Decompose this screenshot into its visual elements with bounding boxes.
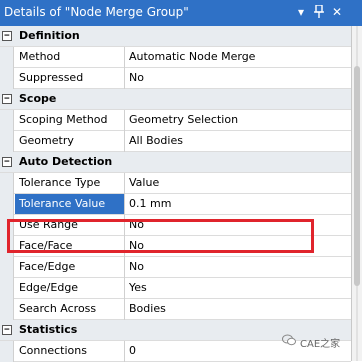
property-label: Method [19,50,61,63]
details-titlebar: Details of "Node Merge Group" ▾ ✕ [0,0,362,26]
section-header[interactable]: − Definition [0,26,351,47]
row-gutter [0,68,14,89]
property-label: Search Across [19,302,97,315]
collapse-icon[interactable]: − [2,325,12,335]
property-row[interactable]: Method Automatic Node Merge [0,47,351,68]
property-value[interactable]: Bodies [129,302,166,315]
section-header[interactable]: − Auto Detection [0,152,351,173]
column-divider [124,341,125,362]
section-title: Scope [19,92,57,105]
section-header[interactable]: − Scope [0,89,351,110]
section-header[interactable]: − Statistics [0,320,351,341]
collapse-icon[interactable]: − [2,157,12,167]
property-value[interactable]: All Bodies [129,134,183,147]
property-row[interactable]: Scoping Method Geometry Selection [0,110,351,131]
column-divider [124,131,125,152]
column-divider [124,299,125,320]
details-panel: − Definition Method Automatic Node Merge Sup… [0,26,352,362]
row-gutter [0,110,14,131]
property-label: Suppressed [19,71,84,84]
property-row[interactable]: Suppressed No [0,68,351,89]
property-row[interactable]: Geometry All Bodies [0,131,351,152]
property-value[interactable]: Automatic Node Merge [129,50,255,63]
property-value[interactable]: 0.1 mm [129,197,171,210]
highlight-box [7,219,314,253]
row-gutter [0,257,14,278]
property-label: Connections [19,344,87,357]
section-title: Definition [19,29,80,42]
row-gutter [0,194,14,215]
property-value[interactable]: No [129,260,144,273]
property-row[interactable]: Tolerance Type Value [0,173,351,194]
watermark: CAE之家 [282,334,341,350]
column-divider [124,110,125,131]
property-row[interactable]: Edge/Edge Yes [0,278,351,299]
row-gutter [0,299,14,320]
property-row[interactable]: Tolerance Value 0.1 mm [0,194,351,215]
close-icon[interactable]: ✕ [330,3,344,21]
column-divider [124,278,125,299]
property-label: Tolerance Value [15,194,124,214]
property-row[interactable]: Face/Edge No [0,257,351,278]
property-value[interactable]: No [129,71,144,84]
row-gutter [0,173,14,194]
row-gutter [0,278,14,299]
column-divider [124,173,125,194]
column-divider [124,257,125,278]
details-title: Details of "Node Merge Group" [4,5,189,19]
property-value[interactable]: Yes [129,281,147,294]
section-title: Statistics [19,323,78,336]
dropdown-icon[interactable]: ▾ [294,3,308,21]
wechat-icon [282,334,296,346]
pin-icon[interactable] [312,3,326,21]
property-value[interactable]: Value [129,176,159,189]
column-divider [124,194,125,215]
row-gutter [0,341,14,362]
property-label: Face/Edge [19,260,76,273]
watermark-text: CAE之家 [300,339,341,350]
collapse-icon[interactable]: − [2,31,12,41]
property-row[interactable]: Connections 0 [0,341,351,362]
scrollbar-thumb[interactable] [354,66,360,286]
property-row[interactable]: Search Across Bodies [0,299,351,320]
column-divider [124,47,125,68]
property-label: Scoping Method [19,113,108,126]
property-label: Edge/Edge [19,281,79,294]
property-label: Tolerance Type [19,176,101,189]
collapse-icon[interactable]: − [2,94,12,104]
property-value[interactable]: Geometry Selection [129,113,238,126]
row-gutter [0,131,14,152]
property-label: Geometry [19,134,74,147]
row-gutter [0,47,14,68]
property-value[interactable]: 0 [129,344,136,357]
vertical-scrollbar[interactable] [352,26,362,361]
section-title: Auto Detection [19,155,113,168]
column-divider [124,68,125,89]
